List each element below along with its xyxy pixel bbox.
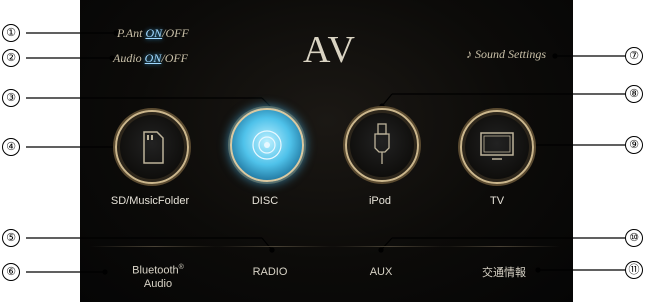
divider-left bbox=[90, 246, 220, 247]
tv-label: TV bbox=[489, 195, 505, 207]
callout-10: ⑩ bbox=[625, 229, 643, 247]
page-title: AV bbox=[303, 29, 357, 71]
sd-music-folder-button[interactable] bbox=[115, 110, 189, 184]
sound-settings-button[interactable]: ♪ Sound Settings bbox=[466, 47, 546, 62]
callout-8: ⑧ bbox=[625, 85, 643, 103]
disc-button[interactable] bbox=[230, 108, 304, 182]
sd-music-folder-label: SD/MusicFolder bbox=[110, 195, 190, 207]
sd-card-icon bbox=[143, 131, 164, 164]
aux-button[interactable]: AUX bbox=[356, 266, 406, 278]
divider-right bbox=[440, 246, 560, 247]
pant-off-option[interactable]: OFF bbox=[165, 26, 188, 40]
radio-button[interactable]: RADIO bbox=[245, 266, 295, 278]
disc-icon bbox=[252, 130, 282, 160]
pant-on-option[interactable]: ON bbox=[145, 26, 162, 40]
tv-icon bbox=[480, 132, 514, 160]
registered-mark: ® bbox=[178, 264, 184, 271]
audio-off-option[interactable]: OFF bbox=[165, 51, 188, 65]
callout-1: ① bbox=[2, 24, 20, 42]
bluetooth-audio-label-line2: Audio bbox=[143, 277, 173, 290]
ipod-button[interactable] bbox=[345, 108, 419, 182]
callout-2: ② bbox=[2, 49, 20, 67]
callout-5: ⑤ bbox=[2, 229, 20, 247]
callout-9: ⑨ bbox=[625, 136, 643, 154]
callout-7: ⑦ bbox=[625, 47, 643, 65]
traffic-info-button[interactable]: 交通情報 bbox=[472, 264, 536, 280]
disc-label: DISC bbox=[251, 195, 279, 207]
audio-toggle[interactable]: Audio ON/OFF bbox=[113, 51, 188, 66]
usb-plug-icon bbox=[374, 123, 390, 164]
callout-11: ⑪ bbox=[625, 261, 643, 279]
ipod-label: iPod bbox=[368, 195, 392, 207]
callout-3: ③ bbox=[2, 89, 20, 107]
bluetooth-audio-label: Bluetooth bbox=[132, 264, 179, 277]
pant-toggle[interactable]: P.Ant ON/OFF bbox=[117, 26, 189, 41]
bluetooth-audio-button[interactable]: Bluetooth® Audio bbox=[118, 261, 198, 291]
tv-button[interactable] bbox=[460, 110, 534, 184]
audio-on-option[interactable]: ON bbox=[145, 51, 162, 65]
pant-label: P.Ant bbox=[117, 26, 146, 40]
divider-center-left bbox=[215, 246, 335, 247]
callout-4: ④ bbox=[2, 138, 20, 156]
callout-6: ⑥ bbox=[2, 263, 20, 281]
audio-label: Audio bbox=[113, 51, 145, 65]
divider-center-right bbox=[330, 246, 450, 247]
